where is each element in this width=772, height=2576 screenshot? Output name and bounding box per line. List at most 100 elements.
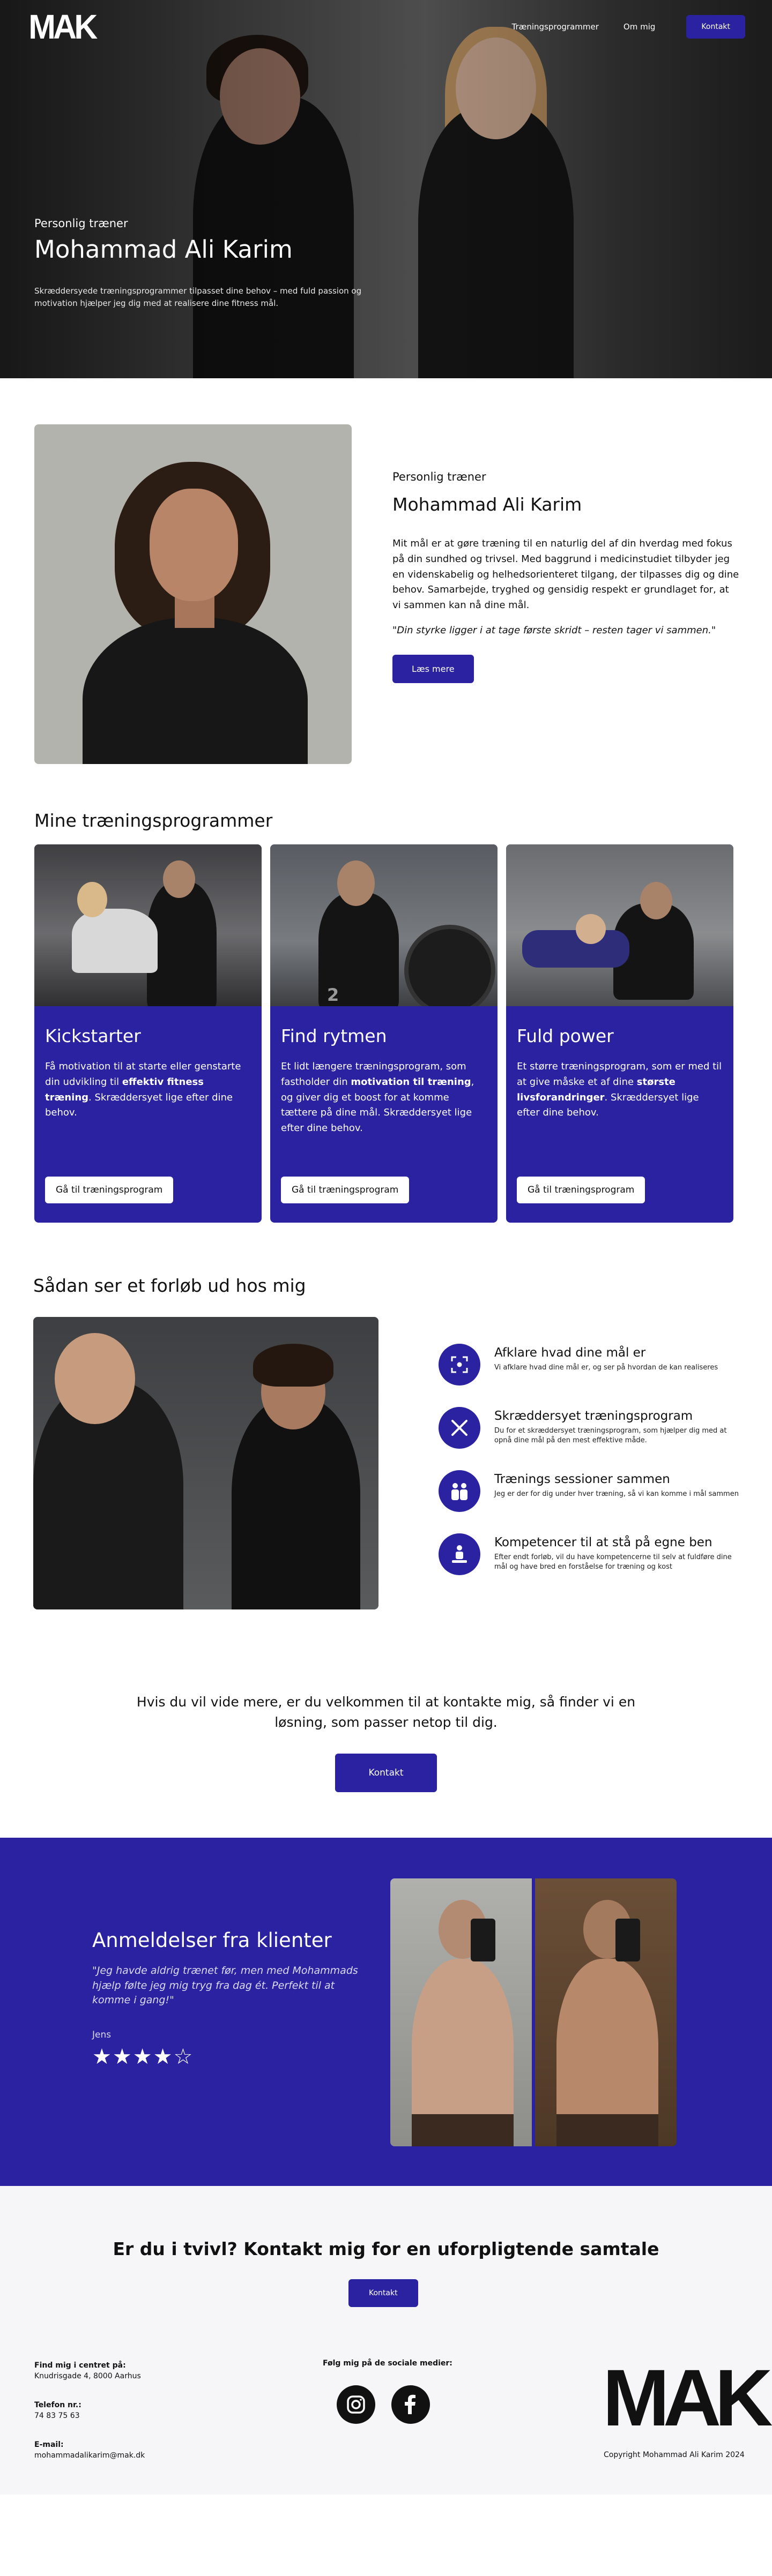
star-rating-icon: ★★★★☆ (92, 2044, 194, 2069)
program-title: Fuld power (517, 1025, 614, 1046)
nav-link-about[interactable]: Om mig (623, 22, 656, 32)
nav-link-programs[interactable]: Træningsprogrammer (511, 22, 598, 32)
program-card-body: Fuld power Et større træningsprogram, so… (506, 1006, 733, 1121)
gym-background (506, 844, 733, 1006)
process-step: Kompetencer til at stå på egne ben Efter… (439, 1533, 739, 1575)
step-title: Kompetencer til at stå på egne ben (494, 1536, 712, 1549)
client-head (576, 914, 606, 944)
footer-logo: MAK (603, 2353, 772, 2443)
process-step: Afklare hvad dine mål er Vi afklare hvad… (439, 1344, 739, 1386)
photo-shorts (412, 2114, 514, 2146)
about-text: Personlig træner Mohammad Ali Karim Mit … (392, 470, 740, 683)
after-photo (535, 1878, 677, 2146)
about-section: Personlig træner Mohammad Ali Karim Mit … (0, 378, 772, 764)
process-section: Sådan ser et forløb ud hos mig Afklare h… (0, 1253, 772, 1838)
phone-shape (615, 1919, 640, 1961)
before-after-photos (390, 1878, 677, 2146)
before-photo (390, 1878, 532, 2146)
program-title: Find rytmen (281, 1025, 387, 1046)
email-value[interactable]: mohammadalikarim@mak.dk (34, 2451, 145, 2461)
step-description: Efter endt forløb, vil du have kompetenc… (494, 1553, 732, 1571)
program-cards: Kickstarter Få motivation til at starte … (34, 844, 733, 1223)
social-label: Følg mig på de sociale medier: (323, 2359, 452, 2368)
hero-section: MAK Træningsprogrammer Om mig Kontakt Pe… (0, 0, 772, 378)
program-title: Kickstarter (45, 1025, 141, 1046)
weight-plate (404, 925, 495, 1006)
phone-label: Telefon nr.: (34, 2401, 81, 2409)
email-label: E-mail: (34, 2440, 64, 2449)
desc-text: Et større træningsprogram, som er med ti… (517, 1061, 722, 1088)
trainer-head (163, 860, 195, 898)
phone-value[interactable]: 74 83 75 63 (34, 2411, 81, 2422)
hero-text: Personlig træner Mohammad Ali Karim Skræ… (34, 217, 367, 309)
focus-icon (439, 1344, 480, 1386)
gym-background (34, 844, 262, 1006)
program-photo-fuld-power (506, 844, 733, 1006)
programs-heading: Mine træningsprogrammer (34, 810, 273, 831)
social-links (337, 2385, 430, 2424)
program-card-body: Find rytmen Et lidt længere træningsprog… (270, 1006, 498, 1136)
program-photo-kickstarter (34, 844, 262, 1006)
contact-cta: Hvis du vil vide mere, er du velkommen t… (0, 1692, 772, 1792)
program-description: Et lidt længere træningsprogram, som fas… (281, 1059, 487, 1136)
about-title: Mohammad Ali Karim (392, 494, 582, 515)
hero-kicker: Personlig træner (34, 217, 128, 230)
step-description: Vi afklare hvad dine mål er, og ser på h… (494, 1364, 718, 1372)
hero-overlay (0, 0, 772, 378)
footer-address: Find mig i centret på: Knudrisgade 4, 80… (34, 2361, 141, 2382)
person-up-icon (439, 1533, 480, 1575)
brand-logo[interactable]: MAK (28, 10, 98, 44)
address-label: Find mig i centret på: (34, 2361, 126, 2370)
people-icon (439, 1470, 480, 1512)
trainer-head (640, 882, 672, 919)
read-more-button[interactable]: Læs mere (392, 654, 474, 683)
process-step: Skræddersyet træningsprogram Du for et s… (439, 1407, 739, 1449)
copyright: Copyright Mohammad Ali Karim 2024 (604, 2451, 745, 2459)
programs-section: Mine træningsprogrammer Kickstarter Få m… (0, 764, 772, 1253)
top-nav: MAK Træningsprogrammer Om mig Kontakt (0, 0, 772, 54)
process-heading: Sådan ser et forløb ud hos mig (33, 1275, 306, 1296)
cta-contact-button[interactable]: Kontakt (335, 1754, 437, 1792)
nav-contact-button[interactable]: Kontakt (686, 15, 745, 39)
phone-shape (471, 1919, 495, 1961)
hero-description: Skræddersyede træningsprogrammer tilpass… (34, 286, 362, 308)
photo-shorts (556, 2114, 658, 2146)
program-button-find-rytmen[interactable]: Gå til træningsprogram (281, 1177, 410, 1203)
program-description: Få motivation til at starte eller gensta… (45, 1059, 251, 1121)
step-description: Jeg er der for dig under hver træning, s… (494, 1490, 739, 1498)
step-title: Skræddersyet træningsprogram (494, 1409, 693, 1423)
facebook-icon[interactable] (391, 2385, 430, 2424)
tools-icon (439, 1407, 480, 1449)
client-head (55, 1333, 135, 1424)
trainer-portrait (34, 424, 352, 764)
trainer-head (337, 860, 375, 906)
desc-bold: motivation til træning (351, 1076, 471, 1088)
review-text: Anmeldelser fra klienter "Jeg havde aldr… (92, 1929, 360, 2069)
gym-background: 2 (270, 844, 498, 1006)
footer-phone: Telefon nr.: 74 83 75 63 (34, 2400, 81, 2421)
program-description: Et større træningsprogram, som er med ti… (517, 1059, 723, 1121)
process-step: Trænings sessioner sammen Jeg er der for… (439, 1470, 739, 1512)
program-button-kickstarter[interactable]: Gå til træningsprogram (45, 1177, 174, 1203)
about-kicker: Personlig træner (392, 470, 486, 483)
footer-contact-button[interactable]: Kontakt (348, 2279, 418, 2307)
process-steps: Afklare hvad dine mål er Vi afklare hvad… (439, 1344, 739, 1597)
instagram-icon[interactable] (337, 2385, 375, 2424)
program-photo-find-rytmen: 2 (270, 844, 498, 1006)
reviews-section: Anmeldelser fra klienter "Jeg havde aldr… (0, 1838, 772, 2186)
about-quote: "Din styrke ligger i at tage første skri… (392, 624, 716, 636)
portrait-body (83, 617, 308, 764)
about-body: Mit mål er at gøre træning til en naturl… (392, 538, 739, 611)
program-card-kickstarter: Kickstarter Få motivation til at starte … (34, 844, 262, 1223)
reviews-heading: Anmeldelser fra klienter (92, 1929, 332, 1952)
hero-title: Mohammad Ali Karim (34, 235, 293, 264)
step-title: Trænings sessioner sammen (494, 1472, 670, 1486)
nav-links: Træningsprogrammer Om mig (511, 22, 655, 32)
program-card-fuld-power: Fuld power Et større træningsprogram, so… (506, 844, 733, 1223)
program-card-body: Kickstarter Få motivation til at starte … (34, 1006, 262, 1121)
program-button-fuld-power[interactable]: Gå til træningsprogram (517, 1177, 645, 1203)
client-figure (522, 930, 629, 968)
program-card-find-rytmen: 2 Find rytmen Et lidt længere træningspr… (270, 844, 498, 1223)
process-photo (33, 1317, 378, 1609)
social-label-wrap: Følg mig på de sociale medier: (323, 2358, 452, 2369)
